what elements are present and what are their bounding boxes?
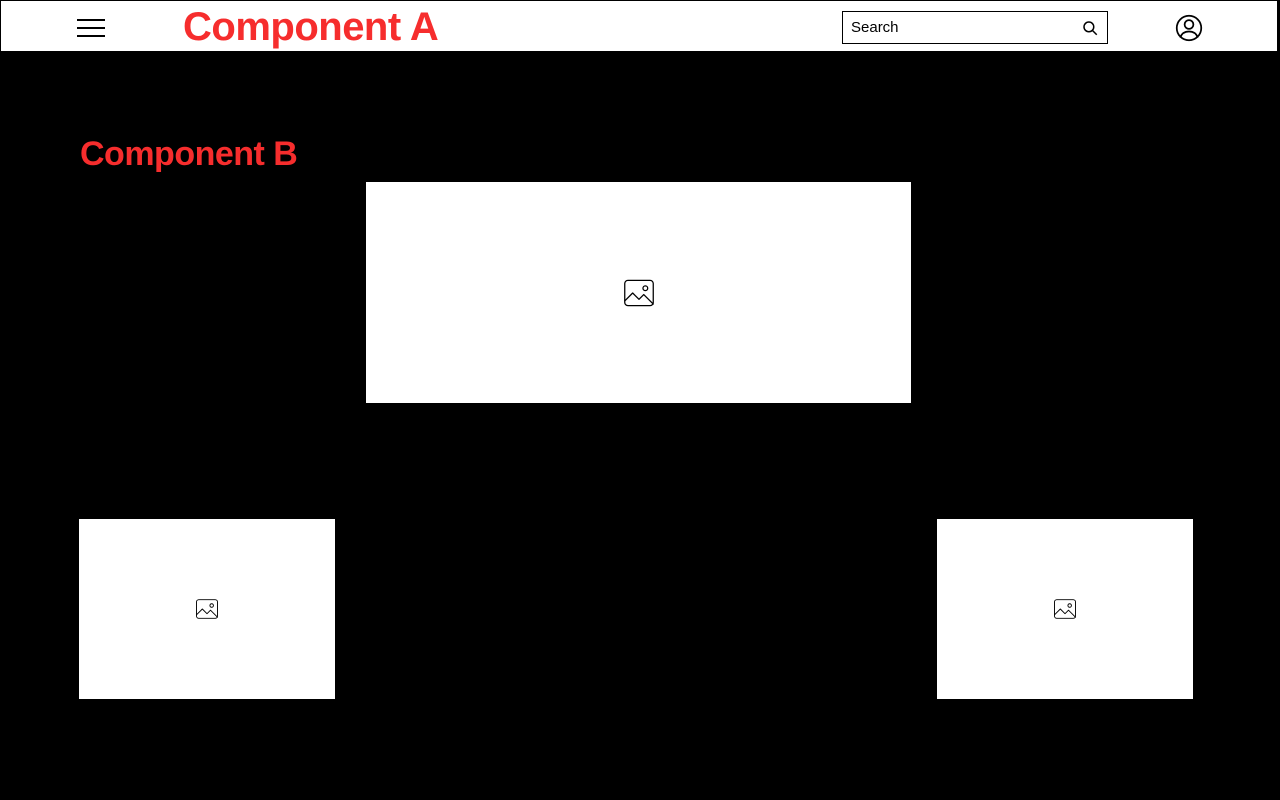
image-placeholder-right xyxy=(937,519,1193,699)
search-box[interactable] xyxy=(842,11,1108,44)
user-icon xyxy=(1175,14,1203,42)
search-icon xyxy=(1081,19,1099,37)
hamburger-menu-icon[interactable] xyxy=(77,19,105,37)
search-input[interactable] xyxy=(851,19,1081,36)
image-icon xyxy=(193,595,221,623)
user-profile-button[interactable] xyxy=(1175,14,1203,42)
app-title: Component A xyxy=(183,5,438,50)
image-icon xyxy=(620,274,658,312)
section-title: Component B xyxy=(80,135,297,174)
image-placeholder-left xyxy=(79,519,335,699)
image-icon xyxy=(1051,595,1079,623)
image-placeholder-main xyxy=(366,182,911,403)
header-bar: Component A xyxy=(0,0,1278,52)
